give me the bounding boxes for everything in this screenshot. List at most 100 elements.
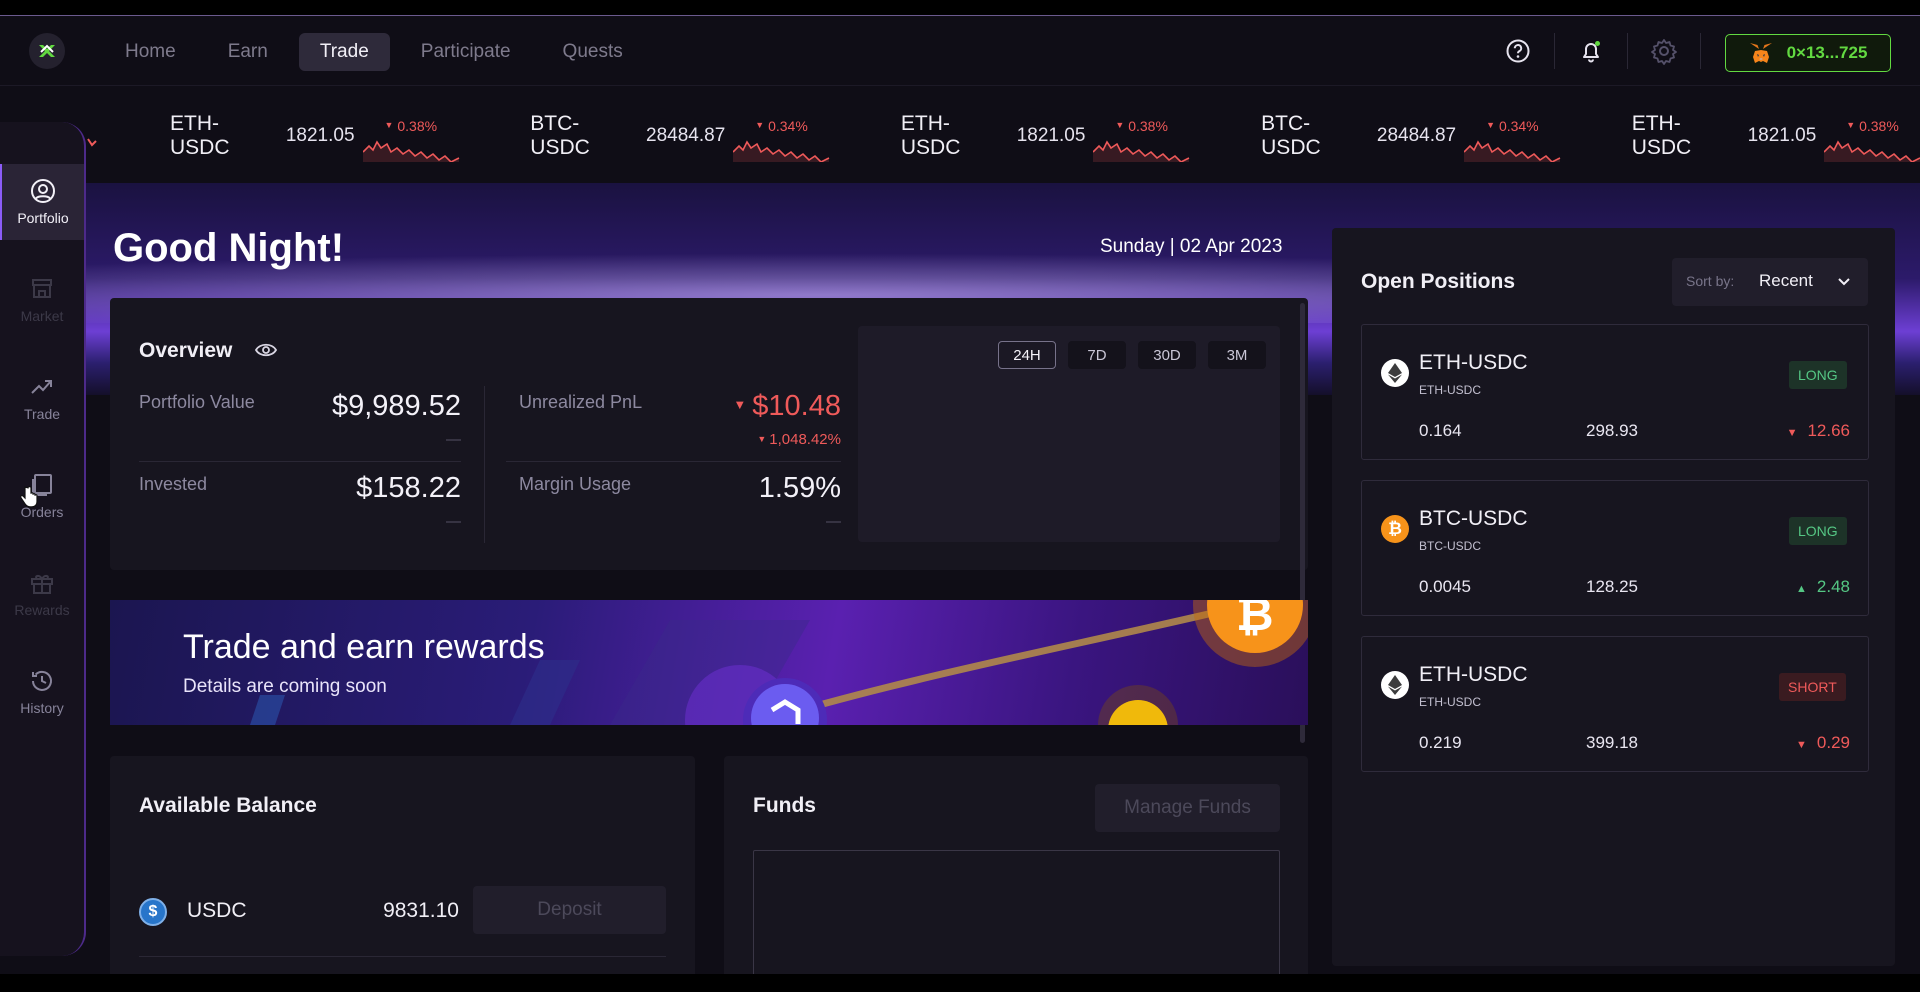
app-logo[interactable]: [29, 33, 65, 69]
ticker-item-partial: [86, 104, 98, 168]
banner-subtitle: Details are coming soon: [183, 676, 387, 697]
tab-trade[interactable]: Trade: [298, 33, 390, 71]
timeframe-30d-button[interactable]: 30D: [1138, 341, 1196, 369]
deposit-button[interactable]: Deposit: [473, 886, 666, 934]
user-circle-icon: [31, 179, 55, 203]
sort-dropdown[interactable]: Sort by: Recent: [1672, 258, 1868, 306]
position-pnl-value: 0.29: [1816, 733, 1850, 752]
page-greeting: Good Night!: [113, 226, 345, 270]
position-size: 0.0045: [1419, 577, 1471, 596]
ticker-price: 28484.87: [646, 125, 726, 146]
unrealized-pnl-label: Unrealized PnL: [519, 392, 643, 412]
wallet-button[interactable]: 0×13...725: [1725, 34, 1891, 72]
ticker-item[interactable]: BTC-USDC 28484.87 ▼ 0.34%: [1189, 104, 1561, 168]
position-pnl: ▼ 0.29: [1796, 733, 1850, 753]
sidebar-item-label: Trade: [23, 406, 61, 422]
ticker-item[interactable]: ETH-USDC 1821.05 ▼ 0.38%: [1560, 104, 1920, 168]
sparkline: [1464, 140, 1561, 162]
eth-icon: [1381, 359, 1409, 387]
timeframe-24h-button[interactable]: 24H: [998, 341, 1056, 369]
ticker-chart: ▼ 0.38%: [1824, 114, 1920, 162]
ticker-item[interactable]: ETH-USDC 1821.05 ▼ 0.38%: [98, 104, 459, 168]
invested-label: Invested: [139, 474, 208, 494]
down-caret-icon: ▼: [1846, 120, 1856, 130]
btc-icon: ₿: [1381, 515, 1409, 543]
tab-home[interactable]: Home: [104, 33, 197, 71]
unrealized-pnl-percent-value: 1,048.42%: [769, 431, 841, 448]
position-card[interactable]: ₿ BTC-USDC BTC-USDC LONG 0.0045 128.25 ▲…: [1361, 480, 1869, 616]
ticker-chart: ▼ 0.34%: [733, 114, 830, 162]
ticker-chart: ▼ 0.34%: [1464, 114, 1561, 162]
ticker-item[interactable]: ETH-USDC 1821.05 ▼ 0.38%: [829, 104, 1190, 168]
help-button[interactable]: [1500, 33, 1536, 69]
margin-usage-value: 1.59%: [758, 472, 841, 504]
market-stall-icon: [32, 279, 52, 298]
sparkline: [362, 140, 459, 162]
manage-funds-button[interactable]: Manage Funds: [1095, 784, 1280, 832]
sidebar: Portfolio Market Trade Orders Rewards Hi…: [0, 122, 86, 956]
down-caret-icon: ▼: [1115, 120, 1125, 130]
toggle-visibility-button[interactable]: [254, 342, 278, 363]
sidebar-item-history[interactable]: History: [0, 654, 84, 730]
tab-earn[interactable]: Earn: [207, 33, 289, 71]
nav-actions: [1500, 33, 1719, 69]
gift-icon: [31, 575, 53, 594]
ticker-price: 28484.87: [1376, 125, 1457, 146]
ticker-price: 1821.05: [285, 125, 355, 146]
gear-icon: [1651, 39, 1677, 65]
open-positions-panel: Open Positions Sort by: Recent ETH-USDC …: [1332, 228, 1895, 966]
eth-icon: [1381, 671, 1409, 699]
rewards-banner[interactable]: ₿ Trade and earn rewards Details are com…: [110, 600, 1308, 725]
position-pnl-value: 2.48: [1816, 577, 1850, 596]
tab-quests[interactable]: Quests: [542, 33, 644, 71]
settings-button[interactable]: [1646, 33, 1682, 69]
sparkline: [1824, 140, 1920, 162]
timeframe-3m-button[interactable]: 3M: [1208, 341, 1266, 369]
sidebar-item-orders[interactable]: Orders: [0, 458, 84, 534]
wallet-address: 0×13...725: [1786, 43, 1868, 62]
ticker-chart: ▼ 0.38%: [1093, 114, 1190, 162]
position-size: 0.219: [1419, 733, 1462, 752]
down-caret-icon: ▼: [1786, 427, 1798, 439]
ticker-track: ETH-USDC 1821.05 ▼ 0.38% BTC-USDC 28484.87 ▼ …: [86, 104, 1920, 168]
sparkline: [1093, 140, 1190, 162]
sidebar-item-rewards[interactable]: Rewards: [0, 556, 84, 632]
sidebar-item-trade[interactable]: Trade: [0, 360, 84, 436]
overview-divider: [484, 386, 485, 543]
logo-icon: [39, 44, 55, 57]
position-side-badge: SHORT: [1779, 673, 1846, 701]
position-pnl: ▲ 2.48: [1796, 577, 1850, 597]
position-card[interactable]: ETH-USDC ETH-USDC LONG 0.164 298.93 ▼ 12.…: [1361, 324, 1869, 460]
tab-participate[interactable]: Participate: [400, 33, 532, 71]
position-subtitle: BTC-USDC: [1419, 539, 1481, 553]
notifications-button[interactable]: [1573, 33, 1609, 69]
main-tabs: Home Earn Trade Participate Quests: [104, 33, 654, 71]
unrealized-pnl-percent: ▼ 1,048.42%: [691, 431, 841, 448]
down-caret-icon: ▼: [1796, 739, 1807, 751]
available-balance-card: Available Balance $ USDC 9831.10 Deposit: [110, 756, 695, 974]
usdc-icon: $: [139, 898, 167, 926]
invested-change: —: [446, 513, 461, 530]
down-caret-icon: ▼: [755, 120, 765, 130]
ticker-item[interactable]: BTC-USDC 28484.87 ▼ 0.34%: [458, 104, 830, 168]
balance-row: $ USDC 9831.10 Deposit: [139, 886, 666, 936]
sort-value: Recent: [1759, 271, 1813, 290]
portfolio-value: $9,989.52: [331, 390, 461, 422]
overview-divider: [139, 461, 461, 462]
sort-label: Sort by:: [1686, 273, 1735, 289]
funds-title: Funds: [753, 794, 816, 817]
ticker-chart: ▼ 0.38%: [362, 114, 459, 162]
position-entry: 298.93: [1586, 421, 1638, 440]
sidebar-item-market[interactable]: Market: [0, 262, 84, 338]
nav-divider: [1554, 33, 1555, 69]
banner-title: Trade and earn rewards: [183, 628, 545, 666]
current-date: Sunday | 02 Apr 2023: [1100, 236, 1283, 257]
funds-chart-area: [753, 850, 1280, 974]
timeframe-7d-button[interactable]: 7D: [1068, 341, 1126, 369]
sidebar-item-label: Rewards: [14, 602, 70, 618]
nav-divider: [1627, 33, 1628, 69]
down-caret-icon: ▼: [384, 120, 394, 130]
sidebar-item-portfolio[interactable]: Portfolio: [0, 164, 84, 240]
position-card[interactable]: ETH-USDC ETH-USDC SHORT 0.219 399.18 ▼ 0.…: [1361, 636, 1869, 772]
history-icon: [32, 670, 52, 691]
